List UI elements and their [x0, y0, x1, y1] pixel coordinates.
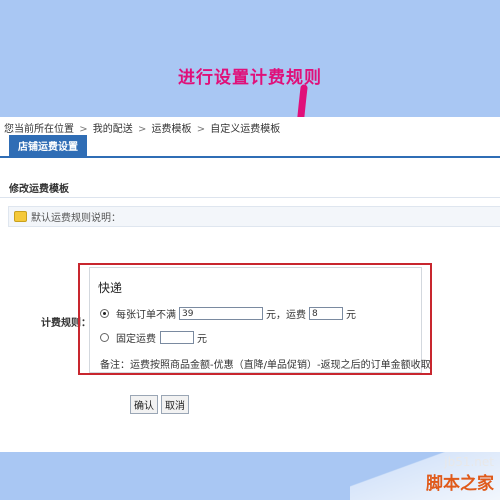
highlight-box: 快递 每张订单不满 元，运费 元 固定运费 元 备注：运费按照商品金额-优惠（直…: [78, 263, 432, 375]
express-rule-box: 快递 每张订单不满 元，运费 元 固定运费 元 备注：运费按照商品金额-优惠（直…: [89, 267, 431, 373]
rule-option-fixed-fee: 固定运费 元: [100, 330, 207, 345]
fixed-fee-input[interactable]: [160, 331, 194, 344]
shipping-panel: 您当前所在位置 > 我的配送 > 运费模板 > 自定义运费模板 店铺运费设置 修…: [0, 117, 500, 452]
watermark-site: jb51.net: [444, 455, 494, 469]
radio-min-order[interactable]: [100, 309, 109, 318]
tab-bar: 店铺运费设置: [0, 134, 500, 158]
annotation-text: 进行设置计费规则: [178, 68, 322, 88]
express-title: 快递: [98, 281, 123, 295]
yuan-fee-text: 元，运费: [266, 310, 306, 321]
yuan-text: 元: [346, 310, 356, 321]
fixed-yuan-text: 元: [197, 334, 207, 345]
section-divider: [0, 197, 500, 198]
tip-bar: 默认运费规则说明：: [8, 206, 500, 227]
rule-note: 备注：运费按照商品金额-优惠（直降/单品促销）-返现之后的订单金额收取: [100, 360, 431, 371]
min-order-text: 每张订单不满: [116, 310, 176, 321]
watermark: jb51.net 脚本之家: [426, 455, 494, 494]
cancel-button[interactable]: 取消: [161, 395, 189, 414]
rule-option-min-order: 每张订单不满 元，运费 元: [100, 306, 356, 321]
message-icon: [14, 211, 27, 222]
radio-fixed-fee[interactable]: [100, 333, 109, 342]
shipping-fee-input[interactable]: [309, 307, 343, 320]
tip-text: 默认运费规则说明：: [31, 213, 121, 224]
watermark-brand: 脚本之家: [426, 474, 494, 494]
fixed-fee-text: 固定运费: [116, 334, 156, 345]
min-order-amount-input[interactable]: [179, 307, 263, 320]
breadcrumb: 您当前所在位置 > 我的配送 > 运费模板 > 自定义运费模板: [4, 120, 280, 135]
confirm-button[interactable]: 确认: [130, 395, 158, 414]
tab-store-shipping-settings[interactable]: 店铺运费设置: [9, 135, 87, 156]
section-title: 修改运费模板: [9, 184, 69, 195]
